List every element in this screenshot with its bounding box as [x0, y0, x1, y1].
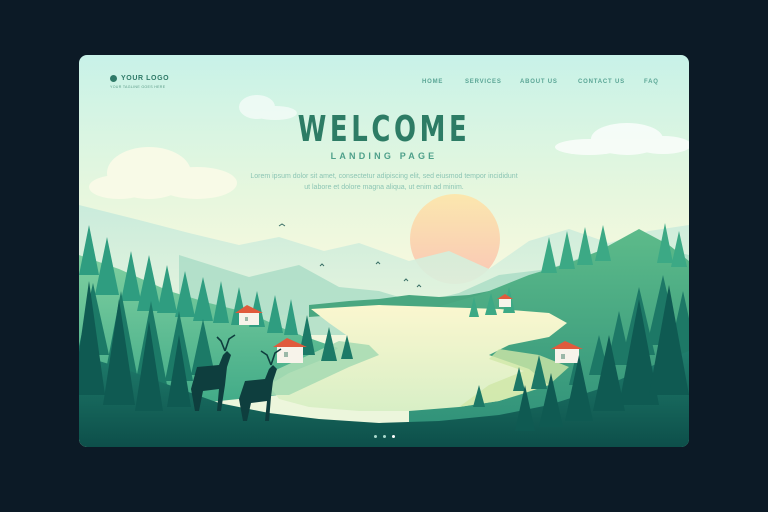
- nav-item-home[interactable]: HOME: [422, 79, 443, 85]
- nav-item-about-us[interactable]: ABOUT US: [520, 79, 558, 85]
- landing-page-card: YOUR LOGO YOUR TAGLINE GOES HERE HOME SE…: [79, 55, 689, 447]
- pagination-dot-active[interactable]: [391, 435, 395, 438]
- hero-subtitle: LANDING PAGE: [330, 151, 438, 161]
- slider-pagination: [371, 435, 397, 439]
- header: YOUR LOGO YOUR TAGLINE GOES HERE HOME SE…: [79, 55, 689, 105]
- pagination-dot[interactable]: [382, 435, 386, 438]
- nav-item-services[interactable]: SERVICES: [465, 79, 502, 85]
- pagination-dot[interactable]: [373, 435, 377, 438]
- nav-item-contact-us[interactable]: CONTACT US: [578, 79, 625, 85]
- nav-menu: HOME SERVICES ABOUT US CONTACT US FAQ: [79, 79, 689, 89]
- hero-title: WELCOME: [297, 109, 471, 150]
- hero-description: Lorem ipsum dolor sit amet, consectetur …: [250, 173, 518, 191]
- nav-item-faq[interactable]: FAQ: [644, 79, 659, 85]
